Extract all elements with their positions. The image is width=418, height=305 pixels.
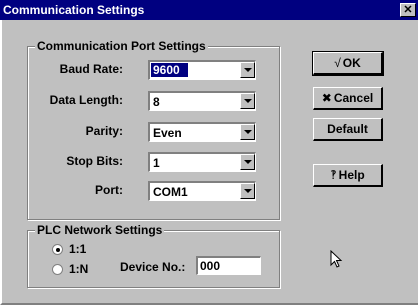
parity-value: Even [153,126,182,140]
radio-button-unchecked[interactable] [52,263,63,275]
chevron-down-icon[interactable] [240,93,255,109]
stop-bits-value: 1 [153,156,160,170]
window-title: Communication Settings [3,3,145,17]
network-settings-title: PLC Network Settings [35,223,165,237]
cross-icon: ✖ [321,91,332,105]
cancel-button-label: Cancel [333,91,374,105]
help-button-label: Help [338,168,365,182]
data-length-label: Data Length: [49,93,123,107]
port-label: Port: [95,183,123,197]
close-icon: ✕ [403,4,413,16]
baud-rate-value: 9600 [151,63,188,77]
radio-button-checked[interactable] [52,243,63,255]
radio-one-to-one[interactable]: 1:1 [52,242,86,256]
device-number-input[interactable] [196,256,261,275]
port-value: COM1 [153,185,188,199]
chevron-down-icon[interactable] [240,183,255,199]
chevron-down-icon[interactable] [240,62,255,78]
data-length-value: 8 [153,95,160,109]
close-button[interactable]: ✕ [400,3,416,17]
help-button[interactable]: ‽ Help [313,164,383,187]
chevron-down-icon[interactable] [240,154,255,170]
radio-one-to-one-label: 1:1 [69,242,87,256]
default-button-label: Default [327,122,368,136]
ok-button[interactable]: √ OK [312,51,384,76]
port-settings-title: Communication Port Settings [35,39,208,53]
device-number-label: Device No.: [120,260,186,274]
chevron-down-icon[interactable] [240,124,255,140]
data-length-select[interactable]: 8 [148,91,256,111]
radio-one-to-n-label: 1:N [69,262,89,276]
help-question-icon: ‽ [330,168,337,182]
stop-bits-label: Stop Bits: [66,154,123,168]
parity-select[interactable]: Even [148,122,256,142]
mouse-pointer-icon [330,250,343,268]
stop-bits-select[interactable]: 1 [148,152,256,172]
cancel-button[interactable]: ✖ Cancel [313,87,383,110]
port-select[interactable]: COM1 [148,181,256,201]
checkmark-icon: √ [334,56,341,70]
baud-rate-select[interactable]: 9600 [148,60,256,80]
default-button[interactable]: Default [313,118,383,141]
parity-label: Parity: [85,124,123,138]
baud-rate-label: Baud Rate: [59,62,123,76]
radio-one-to-n[interactable]: 1:N [52,262,88,276]
title-bar: Communication Settings ✕ [0,0,418,20]
ok-button-label: OK [342,56,361,70]
